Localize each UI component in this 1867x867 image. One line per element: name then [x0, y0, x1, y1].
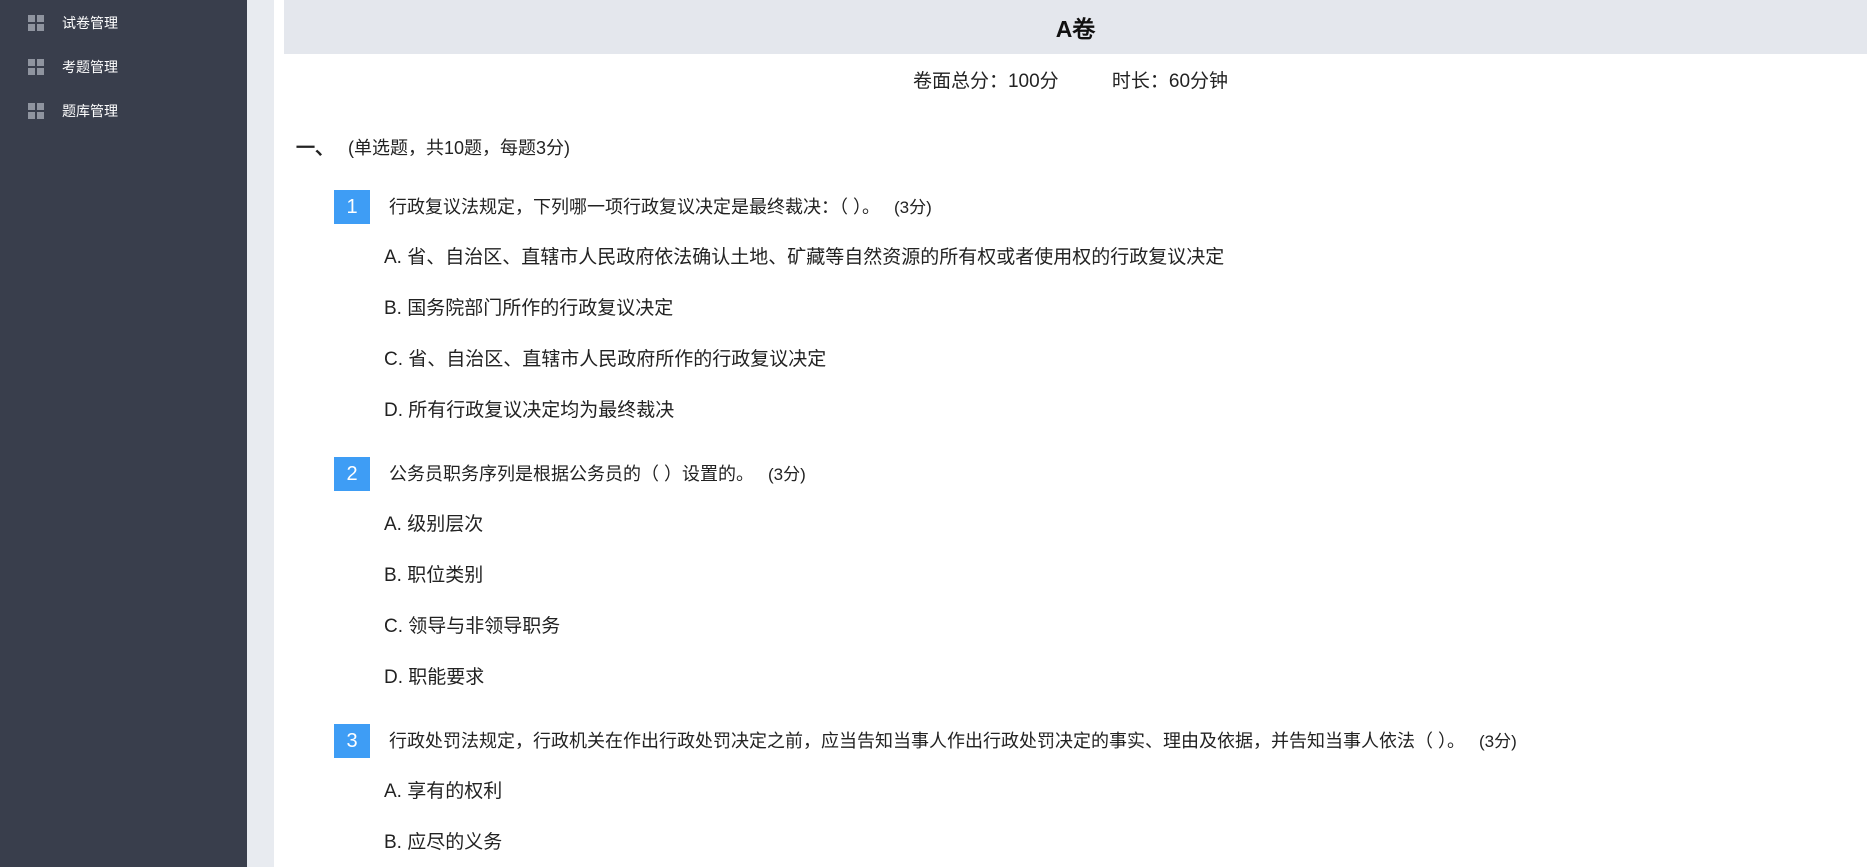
sidebar-item-label: 题库管理	[62, 103, 118, 119]
content-gutter	[247, 0, 274, 867]
sidebar-item-question-bank[interactable]: 题库管理	[0, 89, 247, 133]
question-stem: 公务员职务序列是根据公务员的（ ）设置的。	[389, 464, 754, 484]
paper-title: A卷	[1055, 16, 1096, 42]
sidebar-item-label: 考题管理	[62, 59, 118, 75]
sidebar-item-question-management[interactable]: 考题管理	[0, 45, 247, 89]
question-stem: 行政复议法规定，下列哪一项行政复议决定是最终裁决：（ ）。	[389, 197, 880, 217]
section-header: 一、 (单选题，共10题，每题3分)	[296, 133, 570, 160]
question-number-badge: 1	[334, 190, 370, 224]
question-score: (3分)	[894, 198, 932, 217]
question-number-badge: 2	[334, 457, 370, 491]
option-a[interactable]: A. 级别层次	[384, 512, 483, 538]
question-text: 公务员职务序列是根据公务员的（ ）设置的。 (3分)	[389, 457, 806, 492]
question-score: (3分)	[1479, 732, 1517, 751]
sidebar-item-label: 试卷管理	[62, 15, 118, 31]
grid-icon	[28, 59, 44, 75]
option-a[interactable]: A. 享有的权利	[384, 779, 502, 805]
option-d[interactable]: D. 所有行政复议决定均为最终裁决	[384, 398, 674, 424]
option-b[interactable]: B. 国务院部门所作的行政复议决定	[384, 296, 673, 322]
question-text: 行政处罚法规定，行政机关在作出行政处罚决定之前，应当告知当事人作出行政处罚决定的…	[389, 724, 1517, 759]
duration: 时长：60分钟	[1111, 71, 1229, 92]
paper-title-bar: A卷	[284, 0, 1867, 54]
paper-meta: 卷面总分：100分 时长：60分钟	[274, 66, 1867, 93]
exam-paper: A卷 卷面总分：100分 时长：60分钟 一、 (单选题，共10题，每题3分) …	[274, 0, 1867, 867]
option-d[interactable]: D. 职能要求	[384, 665, 484, 691]
grid-icon	[28, 15, 44, 31]
question-number-badge: 3	[334, 724, 370, 758]
sidebar: 试卷管理 考题管理 题库管理	[0, 0, 247, 867]
grid-icon	[28, 103, 44, 119]
section-description: (单选题，共10题，每题3分)	[348, 138, 571, 158]
option-c[interactable]: C. 领导与非领导职务	[384, 614, 560, 640]
question-stem: 行政处罚法规定，行政机关在作出行政处罚决定之前，应当告知当事人作出行政处罚决定的…	[389, 731, 1465, 751]
total-score: 卷面总分：100分	[912, 71, 1059, 92]
option-a[interactable]: A. 省、自治区、直辖市人民政府依法确认土地、矿藏等自然资源的所有权或者使用权的…	[384, 245, 1224, 271]
question-text: 行政复议法规定，下列哪一项行政复议决定是最终裁决：（ ）。 (3分)	[389, 190, 932, 225]
option-c[interactable]: C. 省、自治区、直辖市人民政府所作的行政复议决定	[384, 347, 826, 373]
sidebar-item-paper-management[interactable]: 试卷管理	[0, 1, 247, 45]
section-number: 一、	[296, 138, 335, 159]
option-b[interactable]: B. 应尽的义务	[384, 830, 502, 856]
question-score: (3分)	[768, 465, 806, 484]
option-b[interactable]: B. 职位类别	[384, 563, 483, 589]
